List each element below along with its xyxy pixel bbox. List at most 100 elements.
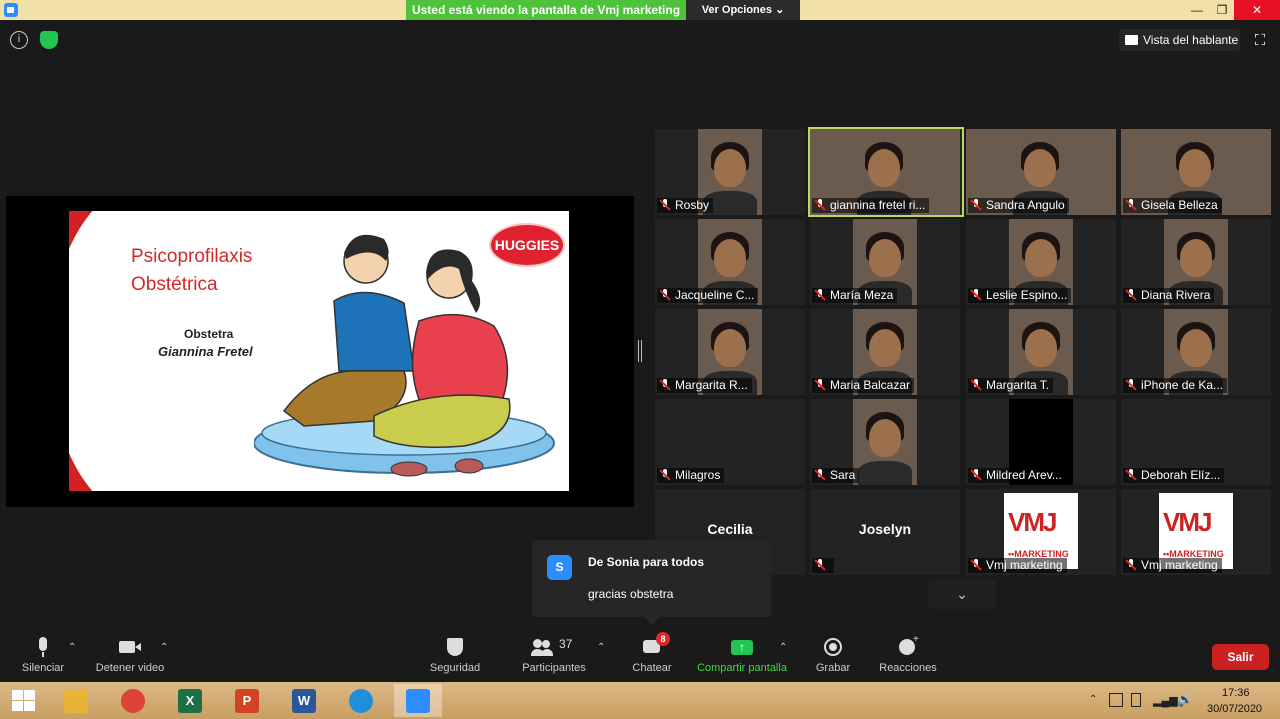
windows-logo-icon: [12, 690, 36, 712]
participant-tile[interactable]: giannina fretel ri...: [808, 127, 964, 217]
network-icon[interactable]: ▂▄▆: [1153, 694, 1178, 707]
participant-display-name: Joselyn: [858, 521, 912, 537]
participant-name-label: Maria Balcazar: [812, 378, 915, 393]
video-camera-icon: [119, 637, 141, 657]
audio-options-caret[interactable]: ⌃: [66, 630, 80, 682]
battery-icon[interactable]: [1131, 693, 1141, 707]
participant-tile[interactable]: Gisela Belleza: [1121, 129, 1271, 215]
view-options-button[interactable]: Ver Opciones ⌄: [686, 0, 800, 20]
participant-name: Sandra Angulo: [986, 198, 1065, 212]
participant-tile[interactable]: VMJ ••MARKETING Vmj marketing: [1121, 489, 1271, 575]
reactions-button[interactable]: + Reacciones: [877, 630, 939, 682]
participant-tile[interactable]: Deborah Elíz...: [1121, 399, 1271, 485]
close-window-button[interactable]: ✕: [1234, 0, 1280, 20]
chat-button[interactable]: 8 Chatear: [626, 630, 678, 682]
participant-name: Maria Balcazar: [830, 378, 911, 392]
taskbar-app-button[interactable]: [109, 684, 157, 717]
participant-tile[interactable]: María Meza: [810, 219, 960, 305]
participant-name: Vmj marketing: [1141, 558, 1218, 572]
minimize-button[interactable]: —: [1183, 0, 1211, 20]
participant-tile[interactable]: Sara: [810, 399, 960, 485]
chat-sender: De Sonia para todos: [588, 555, 705, 569]
encryption-shield-icon[interactable]: [40, 31, 58, 49]
chat-notification[interactable]: S De Sonia para todos gracias obstetra: [532, 540, 771, 626]
video-options-caret[interactable]: ⌃: [158, 630, 172, 682]
zoom-logo-icon: [4, 3, 18, 17]
muted-microphone-icon: [1125, 289, 1137, 301]
participant-tile[interactable]: Joselyn: [810, 489, 960, 575]
presentation-slide: Psicoprofilaxis Obstétrica Obstetra Gian…: [69, 211, 569, 491]
taskbar-app-button[interactable]: W: [280, 684, 328, 717]
leave-meeting-button[interactable]: Salir: [1212, 644, 1269, 670]
mute-label: Silenciar: [21, 662, 65, 674]
stop-video-label: Detener video: [95, 662, 165, 674]
taskbar-app-button[interactable]: P: [223, 684, 271, 717]
participant-tile[interactable]: Milagros: [655, 399, 805, 485]
participant-name-label: Margarita R...: [657, 378, 752, 393]
participant-tile[interactable]: Mildred Arev...: [966, 399, 1116, 485]
participants-options-caret[interactable]: ⌃: [595, 630, 609, 682]
participant-name-label: Margarita T.: [968, 378, 1054, 393]
slide-presenter: Giannina Fretel: [158, 344, 253, 359]
participant-name-label: Sara: [812, 468, 860, 483]
participant-tile[interactable]: iPhone de Ka...: [1121, 309, 1271, 395]
security-button[interactable]: Seguridad: [427, 630, 483, 682]
taskbar-app-button[interactable]: [337, 684, 385, 717]
smiley-plus-icon: +: [897, 634, 919, 657]
participant-tile[interactable]: Sandra Angulo: [966, 129, 1116, 215]
defender-icon[interactable]: [1109, 693, 1123, 707]
screen-share-banner: Usted está viendo la pantalla de Vmj mar…: [406, 0, 686, 20]
stop-video-button[interactable]: Detener video: [92, 630, 168, 682]
muted-microphone-icon: [970, 559, 982, 571]
tray-overflow-icon[interactable]: ⌃: [1089, 694, 1097, 705]
muted-microphone-icon: [970, 379, 982, 391]
start-button[interactable]: [0, 684, 48, 717]
muted-microphone-icon: [659, 289, 671, 301]
chat-popup-tail: [643, 608, 661, 626]
participant-name: Mildred Arev...: [986, 468, 1062, 482]
participant-tile[interactable]: Rosby: [655, 129, 805, 215]
microphone-icon: [32, 637, 54, 657]
participant-tile[interactable]: Maria Balcazar: [810, 309, 960, 395]
window-titlebar: Usted está viendo la pantalla de Vmj mar…: [0, 0, 1280, 20]
resize-handle[interactable]: [638, 340, 642, 362]
participant-display-name: Cecilia: [707, 521, 753, 537]
participant-tile[interactable]: Diana Rivera: [1121, 219, 1271, 305]
record-button[interactable]: Grabar: [810, 630, 856, 682]
participants-button[interactable]: 37 Participantes: [518, 630, 590, 682]
windows-taskbar: XPW: [0, 682, 1280, 719]
speaker-view-button[interactable]: Vista del hablante: [1119, 29, 1240, 51]
taskbar-app-button[interactable]: [394, 684, 442, 717]
muted-microphone-icon: [1125, 379, 1137, 391]
record-label: Grabar: [815, 662, 851, 674]
participant-name-label: Vmj marketing: [1123, 558, 1222, 573]
participant-tile[interactable]: Jacqueline C...: [655, 219, 805, 305]
volume-icon[interactable]: 🔊: [1177, 692, 1193, 708]
share-options-caret[interactable]: ⌃: [777, 630, 791, 682]
gallery-next-page-button[interactable]: ⌄: [928, 579, 996, 609]
grid-icon: [1125, 35, 1138, 45]
participant-tile[interactable]: Margarita R...: [655, 309, 805, 395]
participant-name: Margarita T.: [986, 378, 1050, 392]
taskbar-app-button[interactable]: [52, 684, 100, 717]
clock-time[interactable]: 17:36: [1222, 687, 1250, 699]
participants-count: 37: [559, 637, 573, 651]
participant-name-label: María Meza: [812, 288, 898, 303]
taskbar-app-button[interactable]: X: [166, 684, 214, 717]
share-screen-button[interactable]: ↑ Compartir pantalla: [695, 630, 789, 682]
muted-microphone-icon: [970, 199, 982, 211]
clock-date[interactable]: 30/07/2020: [1207, 703, 1262, 715]
participant-tile[interactable]: Leslie Espino...: [966, 219, 1116, 305]
participant-name: Deborah Elíz...: [1141, 468, 1221, 482]
mute-button[interactable]: Silenciar: [15, 630, 71, 682]
edge-icon: [349, 689, 373, 713]
share-screen-label: Compartir pantalla: [697, 662, 787, 674]
participant-tile[interactable]: VMJ ••MARKETING Vmj marketing: [966, 489, 1116, 575]
meeting-info-icon[interactable]: i: [10, 31, 28, 49]
muted-microphone-icon: [814, 559, 826, 571]
participant-tile[interactable]: Margarita T.: [966, 309, 1116, 395]
participant-name-label: Milagros: [657, 468, 725, 483]
meeting-toolbar: Silenciar ⌃ Detener video ⌃ Seguridad 37…: [0, 630, 1280, 682]
fullscreen-button[interactable]: ⛶: [1249, 31, 1271, 51]
maximize-button[interactable]: ❐: [1208, 0, 1236, 20]
